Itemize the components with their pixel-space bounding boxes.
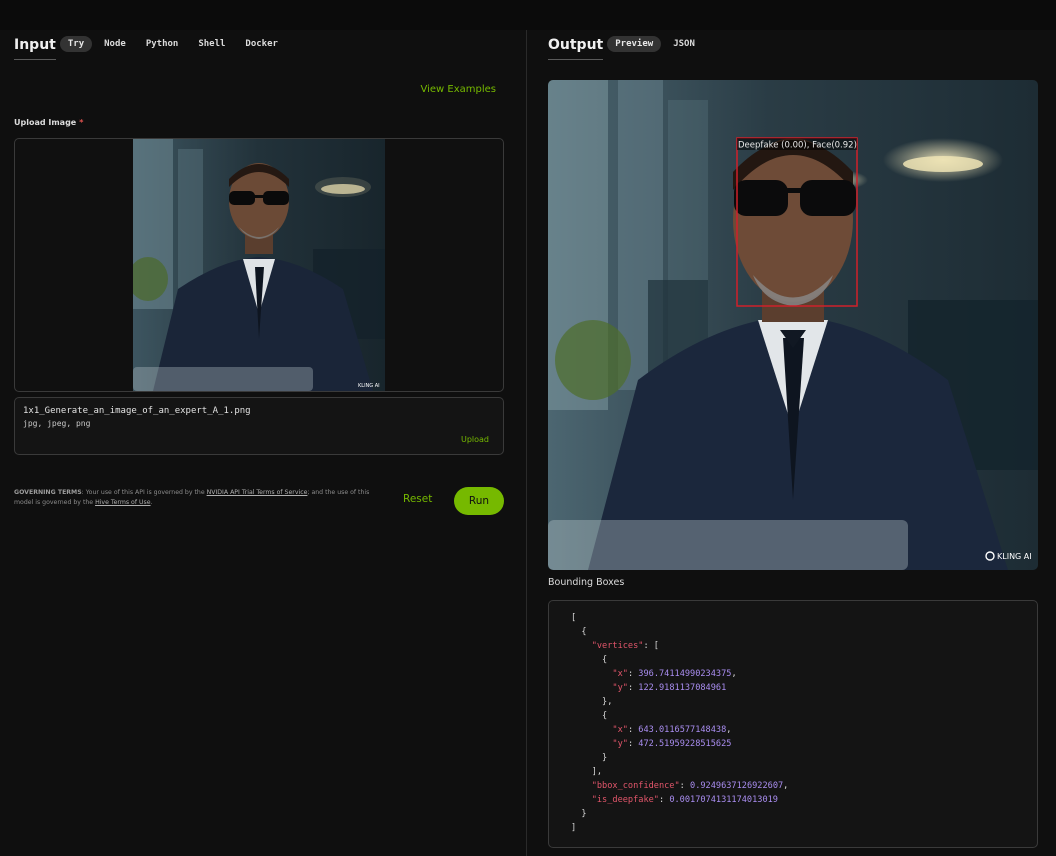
- nvidia-terms-link[interactable]: NVIDIA API Trial Terms of Service: [207, 489, 308, 496]
- terms-text-3: .: [150, 499, 153, 506]
- hive-terms-link[interactable]: Hive Terms of Use: [95, 499, 150, 506]
- tab-node[interactable]: Node: [96, 36, 134, 52]
- tab-python[interactable]: Python: [138, 36, 187, 52]
- json-key-y: "y": [612, 739, 628, 749]
- output-tabs: Preview JSON: [607, 36, 703, 52]
- input-header: Input Try Node Python Shell Docker: [14, 30, 504, 60]
- upload-image-label: Upload Image *: [14, 118, 83, 127]
- bounding-boxes-json: [ { "vertices": [ { "x": 396.74114990234…: [548, 600, 1038, 848]
- json-y1: 122.9181137084961: [638, 683, 727, 693]
- tab-shell[interactable]: Shell: [190, 36, 233, 52]
- input-title: Input: [14, 37, 56, 60]
- tab-try[interactable]: Try: [59, 36, 93, 52]
- tab-json[interactable]: JSON: [665, 36, 703, 52]
- file-info-box: 1x1_Generate_an_image_of_an_expert_A_1.p…: [14, 397, 504, 455]
- view-examples-link[interactable]: View Examples: [420, 84, 496, 95]
- thumb-watermark: KLING AI: [358, 383, 380, 389]
- json-key-vertices: "vertices": [591, 641, 644, 651]
- output-image: Deepfake (0.00), Face(0.92) KLING AI: [548, 80, 1038, 570]
- json-x1: 396.74114990234375: [638, 669, 732, 679]
- run-button[interactable]: Run: [454, 487, 504, 515]
- output-title: Output: [548, 37, 604, 60]
- tab-preview[interactable]: Preview: [607, 36, 662, 52]
- kling-watermark: KLING AI: [997, 552, 1032, 561]
- bounding-boxes-label: Bounding Boxes: [548, 577, 625, 588]
- reset-button[interactable]: Reset: [403, 493, 432, 505]
- json-key-x: "x": [612, 725, 628, 735]
- json-key-x: "x": [612, 669, 628, 679]
- required-mark: *: [79, 118, 84, 127]
- json-y2: 472.51959228515625: [638, 739, 732, 749]
- terms-text-1: : Your use of this API is governed by th…: [81, 489, 207, 496]
- top-bar: [0, 0, 1056, 30]
- terms-heading: GOVERNING TERMS: [14, 489, 82, 496]
- json-x2: 643.0116577148438: [638, 725, 727, 735]
- json-bbox-confidence: 0.9249637126922607: [690, 781, 784, 791]
- image-dropzone[interactable]: KLING AI: [14, 138, 504, 392]
- accepted-file-types: jpg, jpeg, png: [23, 419, 91, 428]
- bounding-box-label: Deepfake (0.00), Face(0.92): [738, 141, 857, 151]
- json-key-is-deepfake: "is_deepfake": [591, 795, 659, 805]
- json-is-deepfake: 0.0017074131174013019: [669, 795, 778, 805]
- uploaded-image-preview: KLING AI: [133, 139, 385, 391]
- input-panel: Input Try Node Python Shell Docker View …: [14, 30, 504, 515]
- output-panel: Output Preview JSON Deepfake (0.00), Fac…: [548, 30, 1038, 848]
- tab-docker[interactable]: Docker: [237, 36, 286, 52]
- file-name: 1x1_Generate_an_image_of_an_expert_A_1.p…: [23, 406, 251, 416]
- input-tabs: Try Node Python Shell Docker: [59, 36, 286, 52]
- upload-image-label-text: Upload Image: [14, 118, 77, 127]
- json-key-y: "y": [612, 683, 628, 693]
- output-header: Output Preview JSON: [548, 30, 1038, 60]
- panel-divider: [526, 30, 527, 856]
- governing-terms: GOVERNING TERMS: Your use of this API is…: [14, 488, 384, 508]
- upload-button[interactable]: Upload: [461, 435, 489, 444]
- json-key-bbox-confidence: "bbox_confidence": [591, 781, 680, 791]
